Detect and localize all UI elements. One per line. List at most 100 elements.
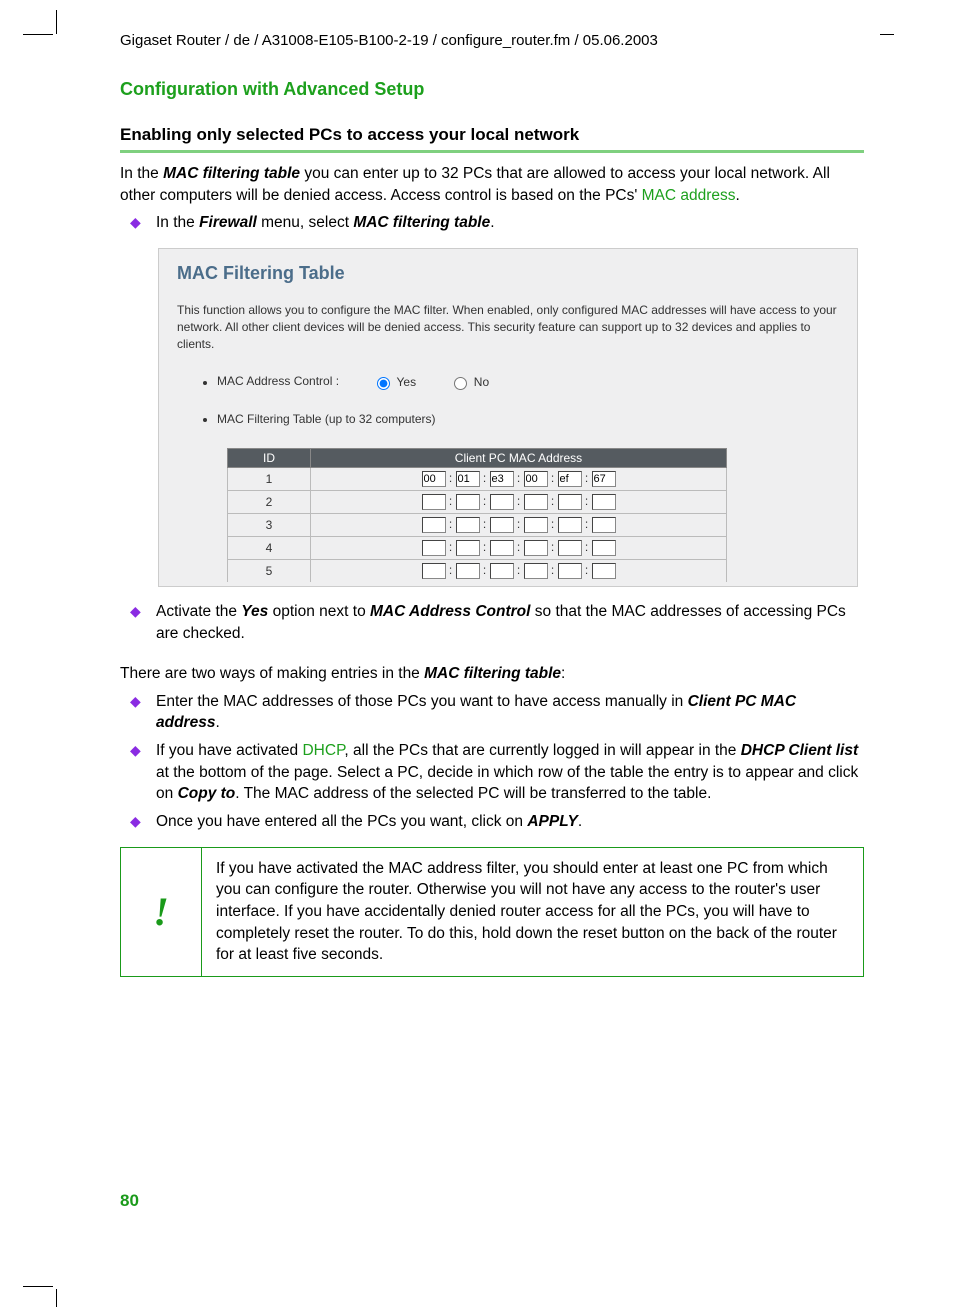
mac-octet-input[interactable] <box>456 517 480 533</box>
list-item: In the Firewall menu, select MAC filteri… <box>156 212 864 234</box>
crop-mark <box>56 1289 57 1307</box>
warning-icon: ! <box>121 848 202 976</box>
warning-box: ! If you have activated the MAC address … <box>120 847 864 977</box>
mac-octet-input[interactable] <box>558 563 582 579</box>
text: , all the PCs that are currently logged … <box>344 742 740 759</box>
crop-mark <box>23 34 53 35</box>
term-mac-filtering-table: MAC filtering table <box>424 665 561 682</box>
mac-octet-input[interactable] <box>422 540 446 556</box>
mac-octet-input[interactable] <box>456 563 480 579</box>
table-row: 4 ::::: <box>228 537 727 560</box>
subsection-rule <box>120 150 864 153</box>
mac-octet-input[interactable] <box>558 494 582 510</box>
cell-id: 4 <box>228 537 311 560</box>
th-mac: Client PC MAC Address <box>311 449 727 468</box>
table-row: 1 ::::: <box>228 468 727 491</box>
label-mac-address-control: MAC Address Control : <box>217 375 339 389</box>
list-item: Enter the MAC addresses of those PCs you… <box>156 691 864 734</box>
mac-octet-input[interactable] <box>592 540 616 556</box>
crop-mark <box>56 10 57 34</box>
shot-description: This function allows you to configure th… <box>177 302 839 352</box>
mac-octet-input[interactable] <box>456 471 480 487</box>
mac-octet-input[interactable] <box>592 494 616 510</box>
mac-octet-input[interactable] <box>490 494 514 510</box>
mac-octet-input[interactable] <box>592 517 616 533</box>
text: In the <box>156 214 199 231</box>
text: Activate the <box>156 603 241 620</box>
mac-octet-input[interactable] <box>422 471 446 487</box>
mac-octet-input[interactable] <box>524 494 548 510</box>
mac-octet-input[interactable] <box>490 471 514 487</box>
text: . <box>215 714 219 731</box>
text: . <box>490 214 494 231</box>
mac-octet-input[interactable] <box>490 563 514 579</box>
cell-mac: ::::: <box>311 537 727 560</box>
mac-octet-input[interactable] <box>456 494 480 510</box>
radio-no[interactable] <box>454 377 467 390</box>
mac-octet-input[interactable] <box>558 517 582 533</box>
section-title: Configuration with Advanced Setup <box>120 79 864 100</box>
shot-table-label: MAC Filtering Table (up to 32 computers) <box>217 412 839 426</box>
document-page: Gigaset Router / de / A31008-E105-B100-2… <box>0 0 954 1307</box>
text: There are two ways of making entries in … <box>120 665 424 682</box>
radio-yes-label: Yes <box>397 375 417 389</box>
cell-mac: ::::: <box>311 560 727 583</box>
shot-mac-control-row: MAC Address Control : Yes No <box>217 374 839 390</box>
text: . <box>578 813 582 830</box>
term-yes: Yes <box>241 603 268 620</box>
radio-no-wrap: No <box>449 375 489 389</box>
list-item: Activate the Yes option next to MAC Addr… <box>156 601 864 644</box>
mac-octet-input[interactable] <box>490 540 514 556</box>
intro-paragraph: In the MAC filtering table you can enter… <box>120 163 864 206</box>
mac-octet-input[interactable] <box>524 471 548 487</box>
twoway-paragraph: There are two ways of making entries in … <box>120 663 864 685</box>
mac-filtering-table: ID Client PC MAC Address 1 ::::: 2 :::::… <box>227 448 727 582</box>
text: If you have activated <box>156 742 302 759</box>
table-row: 5 ::::: <box>228 560 727 583</box>
text: Enter the MAC addresses of those PCs you… <box>156 693 688 710</box>
term-dhcp-client-list: DHCP Client list <box>741 742 858 759</box>
radio-no-label: No <box>474 375 489 389</box>
term-copy-to: Copy to <box>178 785 236 802</box>
warning-text: If you have activated the MAC address fi… <box>202 848 863 976</box>
mac-octet-input[interactable] <box>524 540 548 556</box>
cell-mac: ::::: <box>311 468 727 491</box>
header-path: Gigaset Router / de / A31008-E105-B100-2… <box>120 32 864 49</box>
table-row: 3 ::::: <box>228 514 727 537</box>
text: . <box>736 187 740 204</box>
mac-octet-input[interactable] <box>558 540 582 556</box>
cell-mac: ::::: <box>311 514 727 537</box>
cell-mac: ::::: <box>311 491 727 514</box>
term-mac-filtering-table: MAC filtering table <box>353 214 490 231</box>
mac-octet-input[interactable] <box>422 563 446 579</box>
term-mac-address: MAC address <box>642 187 736 204</box>
mac-octet-input[interactable] <box>456 540 480 556</box>
crop-mark <box>23 1286 53 1287</box>
radio-yes-wrap: Yes <box>372 375 419 389</box>
text: menu, select <box>257 214 354 231</box>
text: Once you have entered all the PCs you wa… <box>156 813 527 830</box>
mac-octet-input[interactable] <box>422 494 446 510</box>
cell-id: 1 <box>228 468 311 491</box>
mac-octet-input[interactable] <box>524 517 548 533</box>
page-number: 80 <box>120 1191 139 1211</box>
term-firewall: Firewall <box>199 214 257 231</box>
cell-id: 2 <box>228 491 311 514</box>
list-item: If you have activated DHCP, all the PCs … <box>156 740 864 805</box>
screenshot-mac-filtering: MAC Filtering Table This function allows… <box>158 248 858 587</box>
mac-octet-input[interactable] <box>592 563 616 579</box>
radio-yes[interactable] <box>377 377 390 390</box>
term-dhcp: DHCP <box>302 742 344 759</box>
term-apply: APPLY <box>527 813 578 830</box>
term-mac-filtering-table: MAC filtering table <box>163 165 300 182</box>
list-item: Once you have entered all the PCs you wa… <box>156 811 864 833</box>
mac-octet-input[interactable] <box>592 471 616 487</box>
mac-octet-input[interactable] <box>490 517 514 533</box>
mac-octet-input[interactable] <box>558 471 582 487</box>
text: . The MAC address of the selected PC wil… <box>235 785 711 802</box>
th-id: ID <box>228 449 311 468</box>
mac-octet-input[interactable] <box>422 517 446 533</box>
cell-id: 3 <box>228 514 311 537</box>
subsection-title: Enabling only selected PCs to access you… <box>120 125 864 145</box>
mac-octet-input[interactable] <box>524 563 548 579</box>
